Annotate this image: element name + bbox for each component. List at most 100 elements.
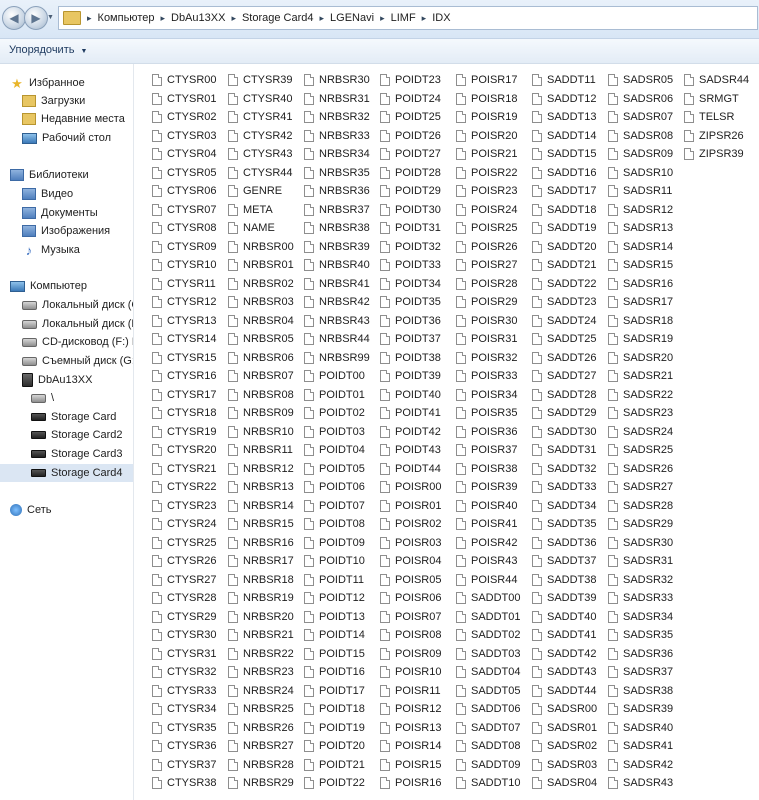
file-item[interactable]: POIDT41 — [380, 404, 456, 423]
file-item[interactable]: NRBSR11 — [228, 441, 304, 460]
breadcrumb-lgenavi[interactable]: LGENavi — [330, 12, 374, 24]
file-item[interactable]: CTYSR08 — [152, 219, 228, 238]
nav-item[interactable]: Библиотеки — [10, 166, 89, 184]
file-item[interactable]: POIDT13 — [304, 608, 380, 627]
file-item[interactable]: CTYSR16 — [152, 367, 228, 386]
file-item[interactable]: NRBSR31 — [304, 90, 380, 109]
file-item[interactable]: SADDT26 — [532, 349, 608, 368]
nav-item[interactable]: Недавние места — [22, 110, 125, 128]
file-item[interactable]: SADSR36 — [608, 645, 684, 664]
file-item[interactable]: SADDT06 — [456, 700, 532, 719]
file-item[interactable]: NRBSR37 — [304, 201, 380, 220]
file-item[interactable]: SADSR13 — [608, 219, 684, 238]
file-item[interactable]: POISR31 — [456, 330, 532, 349]
file-item[interactable]: POIDT06 — [304, 478, 380, 497]
nav-item[interactable]: Локальный диск (D — [22, 315, 133, 333]
file-item[interactable]: SADSR24 — [608, 423, 684, 442]
nav-item[interactable]: CD-дисковод (F:) Be — [22, 333, 133, 351]
file-item[interactable]: POISR19 — [456, 108, 532, 127]
file-item[interactable]: CTYSR12 — [152, 293, 228, 312]
back-button[interactable]: ◀ — [2, 6, 26, 30]
file-item[interactable]: CTYSR15 — [152, 349, 228, 368]
file-item[interactable]: POIDT36 — [380, 312, 456, 331]
file-item[interactable]: POISR21 — [456, 145, 532, 164]
file-item[interactable]: NRBSR43 — [304, 312, 380, 331]
file-item[interactable]: NRBSR41 — [304, 275, 380, 294]
file-item[interactable]: SADSR41 — [608, 737, 684, 756]
file-item[interactable]: POIDT23 — [380, 71, 456, 90]
file-item[interactable]: POISR15 — [380, 756, 456, 775]
file-item[interactable]: CTYSR02 — [152, 108, 228, 127]
file-item[interactable]: NRBSR10 — [228, 423, 304, 442]
file-item[interactable]: POISR08 — [380, 626, 456, 645]
file-item[interactable]: CTYSR18 — [152, 404, 228, 423]
file-item[interactable]: NRBSR20 — [228, 608, 304, 627]
file-item[interactable]: SADDT38 — [532, 571, 608, 590]
file-item[interactable]: NRBSR16 — [228, 534, 304, 553]
file-item[interactable]: SADDT09 — [456, 756, 532, 775]
file-item[interactable]: SADDT36 — [532, 534, 608, 553]
file-item[interactable]: POIDT28 — [380, 164, 456, 183]
file-item[interactable]: POIDT14 — [304, 626, 380, 645]
file-item[interactable]: SADDT00 — [456, 589, 532, 608]
file-item[interactable]: CTYSR28 — [152, 589, 228, 608]
file-item[interactable]: POISR02 — [380, 515, 456, 534]
file-item[interactable]: CTYSR06 — [152, 182, 228, 201]
file-item[interactable]: POIDT20 — [304, 737, 380, 756]
file-item[interactable]: SADDT11 — [532, 71, 608, 90]
file-item[interactable]: POIDT43 — [380, 441, 456, 460]
file-item[interactable]: SADDT28 — [532, 386, 608, 405]
file-item[interactable]: SADDT30 — [532, 423, 608, 442]
file-item[interactable]: SADDT33 — [532, 478, 608, 497]
file-item[interactable]: SADDT02 — [456, 626, 532, 645]
file-item[interactable]: SADDT01 — [456, 608, 532, 627]
chevron-right-icon[interactable]: ▸ — [320, 13, 325, 24]
file-item[interactable]: SADDT25 — [532, 330, 608, 349]
file-item[interactable]: SADSR30 — [608, 534, 684, 553]
file-item[interactable]: SADSR44 — [684, 71, 759, 90]
file-item[interactable]: POISR42 — [456, 534, 532, 553]
file-item[interactable]: POIDT01 — [304, 386, 380, 405]
file-item[interactable]: POIDT42 — [380, 423, 456, 442]
file-item[interactable]: CTYSR01 — [152, 90, 228, 109]
file-item[interactable]: NRBSR19 — [228, 589, 304, 608]
file-item[interactable]: NRBSR01 — [228, 256, 304, 275]
file-item[interactable]: POISR12 — [380, 700, 456, 719]
file-item[interactable]: SADDT34 — [532, 497, 608, 516]
file-item[interactable]: SADSR21 — [608, 367, 684, 386]
nav-item[interactable]: Загрузки — [22, 92, 85, 110]
file-item[interactable]: SADDT20 — [532, 238, 608, 257]
chevron-right-icon[interactable]: ▸ — [160, 13, 165, 24]
file-item[interactable]: SADDT19 — [532, 219, 608, 238]
file-item[interactable]: POIDT16 — [304, 663, 380, 682]
file-item[interactable]: GENRE — [228, 182, 304, 201]
file-item[interactable]: POIDT35 — [380, 293, 456, 312]
file-item[interactable]: CTYSR10 — [152, 256, 228, 275]
file-item[interactable]: SADSR43 — [608, 774, 684, 793]
file-item[interactable]: NRBSR42 — [304, 293, 380, 312]
file-item[interactable]: POIDT37 — [380, 330, 456, 349]
file-item[interactable]: CTYSR13 — [152, 312, 228, 331]
nav-item[interactable]: \ — [31, 389, 54, 407]
file-item[interactable]: POISR41 — [456, 515, 532, 534]
file-item[interactable]: SADSR37 — [608, 663, 684, 682]
file-item[interactable]: SADDT24 — [532, 312, 608, 331]
file-item[interactable]: CTYSR30 — [152, 626, 228, 645]
file-item[interactable]: SADDT41 — [532, 626, 608, 645]
file-item[interactable]: POISR04 — [380, 552, 456, 571]
file-item[interactable]: NRBSR39 — [304, 238, 380, 257]
file-item[interactable]: POISR29 — [456, 293, 532, 312]
file-item[interactable]: SADDT18 — [532, 201, 608, 220]
file-item[interactable]: SADDT17 — [532, 182, 608, 201]
file-item[interactable]: SADSR07 — [608, 108, 684, 127]
address-bar[interactable]: ▸ Компьютер ▸ DbAu13XX ▸ Storage Card4 ▸… — [58, 6, 758, 30]
nav-item[interactable]: Storage Card2 — [31, 426, 123, 444]
file-item[interactable]: NRBSR40 — [304, 256, 380, 275]
file-item[interactable]: SADSR16 — [608, 275, 684, 294]
file-item[interactable]: CTYSR09 — [152, 238, 228, 257]
breadcrumb-storage-card4[interactable]: Storage Card4 — [242, 12, 314, 24]
file-item[interactable]: CTYSR24 — [152, 515, 228, 534]
file-item[interactable]: CTYSR41 — [228, 108, 304, 127]
chevron-right-icon[interactable]: ▸ — [231, 13, 236, 24]
file-item[interactable]: CTYSR07 — [152, 201, 228, 220]
